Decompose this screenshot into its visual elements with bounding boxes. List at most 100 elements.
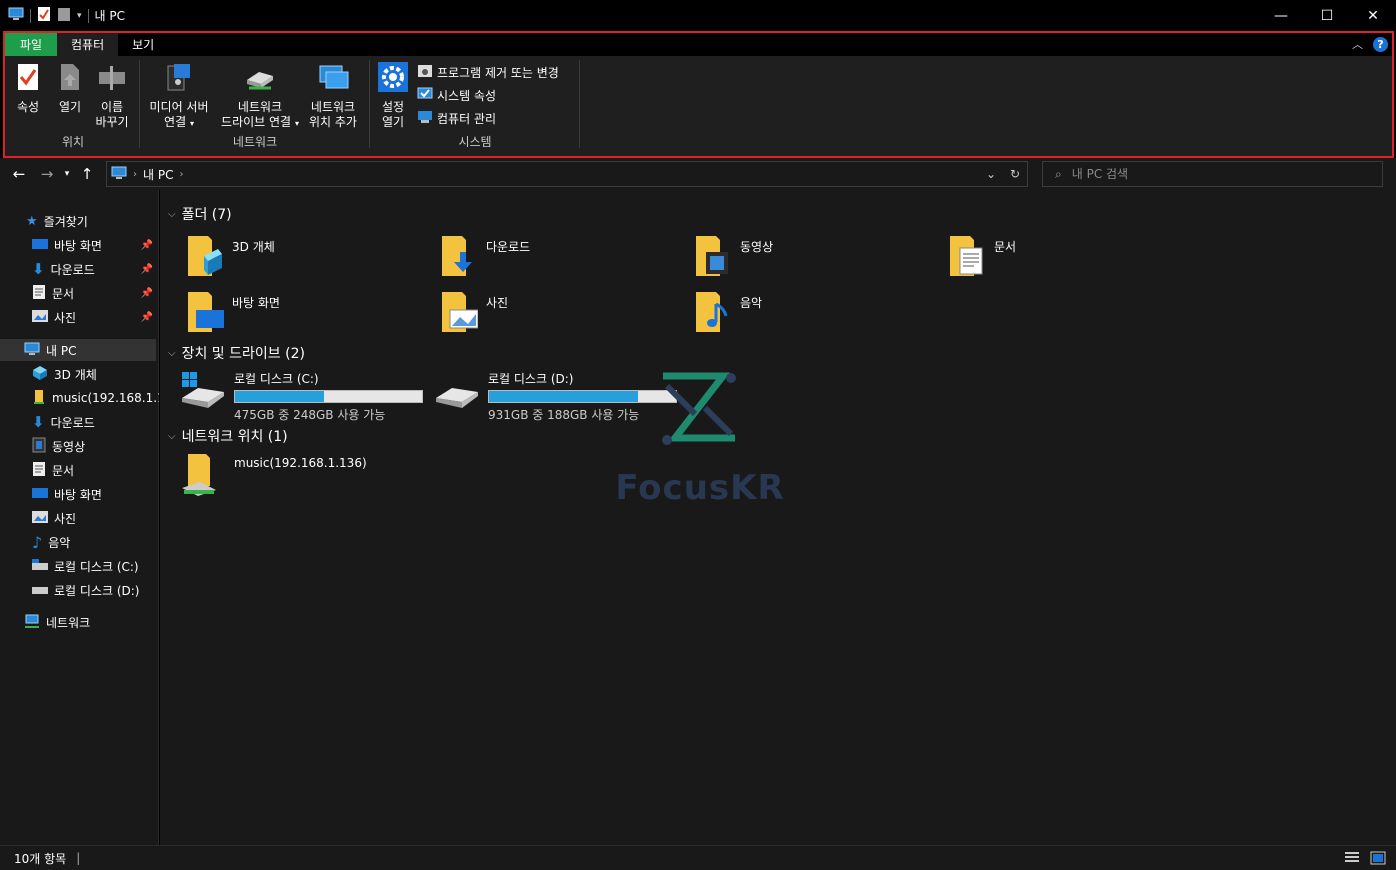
recent-locations-chevron-icon[interactable]: ▾ bbox=[60, 169, 74, 179]
folder-documents[interactable]: 문서 bbox=[946, 234, 1016, 281]
map-network-drive-button[interactable]: 네트워크 드라이브 연결 ▾ bbox=[215, 62, 305, 131]
section-header-label: 장치 및 드라이브 (2) bbox=[181, 346, 305, 362]
drive-icon bbox=[434, 370, 480, 413]
pin-icon[interactable]: 📌 bbox=[141, 240, 153, 251]
open-settings-button[interactable]: 설정 열기 bbox=[373, 62, 413, 130]
network-location-music[interactable]: music(192.168.1.136) bbox=[180, 452, 367, 501]
section-folders[interactable]: ⌵ 폴더 (7) bbox=[168, 204, 232, 224]
sidebar-label: 로컬 디스크 (C:) bbox=[54, 559, 139, 574]
collapse-chevron-icon: ⌵ bbox=[168, 430, 176, 442]
add-network-location-button[interactable]: 네트워크 위치 추가 bbox=[303, 62, 363, 130]
tab-file[interactable]: 파일 bbox=[5, 33, 57, 56]
sidebar-quick-desktop[interactable]: 바탕 화면 📌 bbox=[0, 234, 159, 256]
folder-3d-objects[interactable]: 3D 개체 bbox=[184, 234, 275, 281]
programs-icon bbox=[417, 64, 433, 81]
folder-pictures[interactable]: 사진 bbox=[438, 290, 508, 337]
folder-downloads[interactable]: 다운로드 bbox=[438, 234, 530, 281]
settings-label-2: 열기 bbox=[381, 115, 405, 129]
computer-management-button[interactable]: 컴퓨터 관리 bbox=[417, 110, 496, 127]
section-drives[interactable]: ⌵ 장치 및 드라이브 (2) bbox=[168, 343, 305, 363]
sidebar-desktop[interactable]: 바탕 화면 bbox=[0, 483, 159, 505]
quick-access-toolbar: ▾ bbox=[0, 0, 89, 31]
sidebar-quick-downloads[interactable]: ⬇ 다운로드 📌 bbox=[0, 258, 159, 280]
document-icon bbox=[32, 284, 46, 303]
address-bar[interactable]: › 내 PC › ⌄ ↻ bbox=[106, 161, 1028, 187]
sidebar-drive-d[interactable]: 로컬 디스크 (D:) bbox=[0, 579, 159, 601]
status-bar: 10개 항목 | bbox=[0, 845, 1396, 870]
rename-label-2: 바꾸기 bbox=[95, 115, 129, 129]
up-arrow-icon[interactable]: ↑ bbox=[74, 165, 100, 183]
gear-icon bbox=[373, 62, 413, 96]
sidebar-label: music(192.168.1.136) bbox=[52, 391, 159, 405]
this-pc-icon bbox=[111, 166, 127, 183]
3d-objects-folder-icon bbox=[184, 234, 224, 281]
breadcrumb-this-pc[interactable]: 내 PC bbox=[143, 166, 173, 183]
minimize-button[interactable]: — bbox=[1258, 0, 1304, 31]
sidebar-label: 사진 bbox=[54, 511, 77, 526]
drive-label: 로컬 디스크 (C:) bbox=[234, 372, 319, 386]
window-controls: — ☐ ✕ bbox=[1258, 0, 1396, 31]
tab-view[interactable]: 보기 bbox=[118, 33, 168, 56]
forward-arrow-icon[interactable]: → bbox=[34, 165, 60, 183]
desktop-icon bbox=[32, 487, 48, 502]
sidebar-downloads[interactable]: ⬇ 다운로드 bbox=[0, 411, 159, 433]
drive-c[interactable]: 로컬 디스크 (C:) 475GB 중 248GB 사용 가능 bbox=[180, 370, 423, 423]
large-icons-view-icon[interactable] bbox=[1370, 851, 1386, 868]
properties-button[interactable]: 속성 bbox=[9, 62, 47, 115]
sidebar-quick-documents[interactable]: 문서 📌 bbox=[0, 282, 159, 304]
new-folder-qat-icon[interactable] bbox=[57, 6, 71, 25]
folder-music[interactable]: 음악 bbox=[692, 290, 762, 337]
sidebar-label: 3D 개체 bbox=[54, 367, 97, 382]
group-label-location: 위치 bbox=[61, 135, 85, 149]
refresh-icon[interactable]: ↻ bbox=[1003, 162, 1027, 186]
collapse-chevron-icon: ⌵ bbox=[168, 208, 176, 220]
sidebar-label: 사진 bbox=[54, 310, 77, 325]
tab-computer[interactable]: 컴퓨터 bbox=[57, 33, 119, 56]
sidebar-quick-pictures[interactable]: 사진 📌 bbox=[0, 306, 159, 328]
sidebar-videos[interactable]: 동영상 bbox=[0, 435, 159, 457]
sidebar-this-pc[interactable]: 내 PC bbox=[0, 339, 156, 361]
computer-icon bbox=[8, 7, 24, 24]
search-input[interactable] bbox=[1071, 167, 1352, 181]
section-network-locations[interactable]: ⌵ 네트워크 위치 (1) bbox=[168, 426, 288, 446]
sidebar-quick-access[interactable]: ★ 즐겨찾기 bbox=[0, 210, 159, 232]
sidebar-3d-objects[interactable]: 3D 개체 bbox=[0, 363, 159, 385]
uninstall-program-button[interactable]: 프로그램 제거 또는 변경 bbox=[417, 64, 559, 81]
help-icon[interactable]: ? bbox=[1373, 36, 1388, 52]
sidebar-network-music[interactable]: music(192.168.1.136) bbox=[0, 387, 159, 409]
sidebar-drive-c[interactable]: 로컬 디스크 (C:) bbox=[0, 555, 159, 577]
media-server-button[interactable]: 미디어 서버 연결 ▾ bbox=[145, 62, 213, 131]
cube-icon bbox=[32, 365, 48, 384]
pin-icon[interactable]: 📌 bbox=[141, 288, 153, 299]
breadcrumb-chevron-icon[interactable]: › bbox=[133, 169, 137, 180]
documents-folder-icon bbox=[946, 234, 986, 281]
open-button[interactable]: 열기 bbox=[51, 62, 89, 115]
folder-videos[interactable]: 동영상 bbox=[692, 234, 773, 281]
sidebar-network[interactable]: 네트워크 bbox=[0, 611, 159, 633]
folder-desktop[interactable]: 바탕 화면 bbox=[184, 290, 280, 337]
folder-label: 바탕 화면 bbox=[232, 296, 280, 310]
sidebar-music[interactable]: ♪ 음악 bbox=[0, 531, 159, 553]
collapse-ribbon-icon[interactable]: ︿ bbox=[1352, 36, 1363, 52]
uninstall-label: 프로그램 제거 또는 변경 bbox=[437, 66, 559, 80]
maximize-button[interactable]: ☐ bbox=[1304, 0, 1350, 31]
system-properties-label: 시스템 속성 bbox=[437, 89, 497, 103]
close-button[interactable]: ✕ bbox=[1350, 0, 1396, 31]
search-box[interactable]: ⌕ bbox=[1042, 161, 1383, 187]
properties-qat-icon[interactable] bbox=[37, 6, 51, 25]
rename-button[interactable]: 이름 바꾸기 bbox=[91, 62, 133, 130]
address-dropdown-icon[interactable]: ⌄ bbox=[979, 162, 1003, 186]
pin-icon[interactable]: 📌 bbox=[141, 312, 153, 323]
folder-label: 사진 bbox=[486, 296, 509, 310]
pin-icon[interactable]: 📌 bbox=[141, 264, 153, 275]
details-view-icon[interactable] bbox=[1344, 851, 1360, 868]
content-pane: ⌵ 폴더 (7) 3D 개체 다운로드 동영상 문서 바탕 화면 사진 음악 ⌵… bbox=[160, 190, 1396, 845]
qat-dropdown-icon[interactable]: ▾ bbox=[77, 11, 82, 21]
breadcrumb-chevron-icon[interactable]: › bbox=[179, 169, 183, 180]
system-properties-button[interactable]: 시스템 속성 bbox=[417, 87, 496, 104]
sidebar-documents[interactable]: 문서 bbox=[0, 459, 159, 481]
video-icon bbox=[32, 437, 46, 456]
back-arrow-icon[interactable]: ← bbox=[6, 165, 32, 183]
sidebar-pictures[interactable]: 사진 bbox=[0, 507, 159, 529]
download-icon: ⬇ bbox=[32, 413, 45, 431]
